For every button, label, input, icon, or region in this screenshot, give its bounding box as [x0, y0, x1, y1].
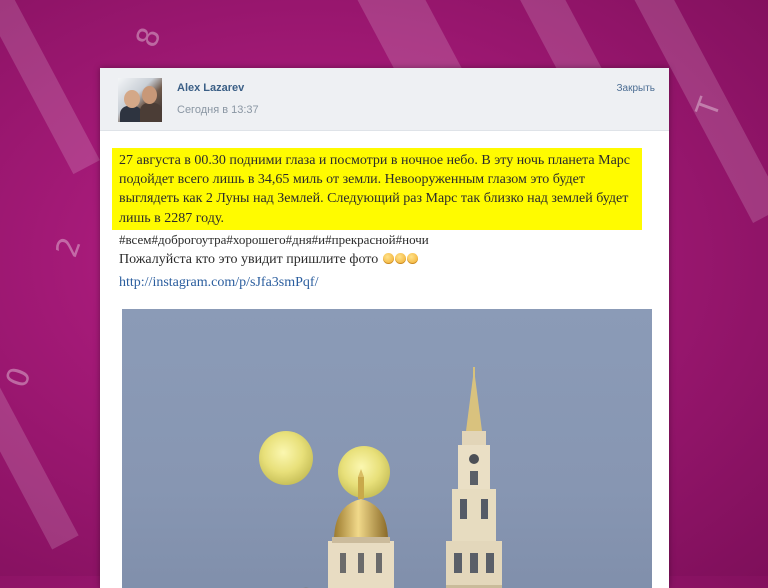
background-glyph: 2	[49, 233, 89, 262]
instagram-link[interactable]: http://instagram.com/p/sJfa3smPqf/	[119, 275, 319, 291]
avatar[interactable]	[118, 78, 162, 122]
request-text: Пожалуйста кто это увидит пришлите фото	[119, 252, 379, 267]
post-body: 27 августа в 00.30 подними глаза и посмо…	[100, 131, 669, 588]
post-header: Alex Lazarev Сегодня в 13:37 Закрыть	[100, 68, 669, 131]
request-line: Пожалуйста кто это увидит пришлите фото	[119, 252, 418, 268]
background-streak	[0, 0, 100, 175]
moon-left	[259, 431, 313, 485]
post-timestamp[interactable]: Сегодня в 13:37	[177, 104, 259, 116]
hashtags[interactable]: #всем#доброгоутра#хорошего#дня#и#прекрас…	[119, 232, 429, 248]
background-glyph: 8	[129, 23, 169, 52]
smirk-emoji-icon	[382, 253, 394, 264]
smirk-emoji-icon	[394, 253, 406, 264]
highlighted-post-text: 27 августа в 00.30 подними глаза и посмо…	[112, 148, 642, 230]
author-name[interactable]: Alex Lazarev	[177, 82, 244, 94]
post-card: Alex Lazarev Сегодня в 13:37 Закрыть 27 …	[100, 68, 669, 588]
background-streak	[0, 270, 79, 550]
close-button[interactable]: Закрыть	[616, 83, 655, 94]
smirk-emoji-icon	[406, 253, 418, 264]
background-glyph: O	[0, 363, 39, 392]
post-photo[interactable]	[122, 309, 652, 588]
